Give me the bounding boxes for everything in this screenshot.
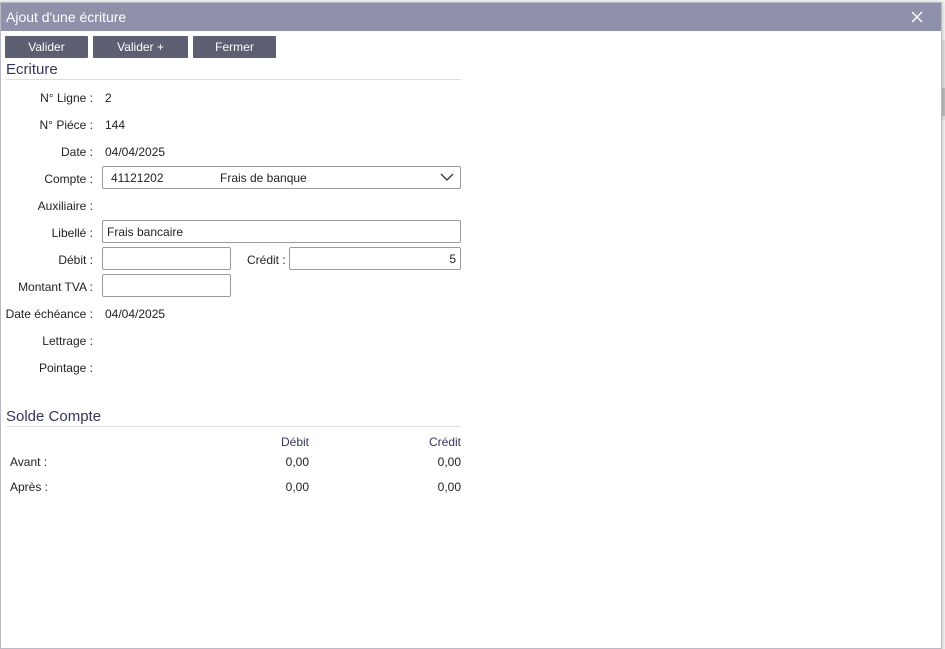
compte-label: Compte : <box>44 172 93 186</box>
close-icon <box>911 11 923 23</box>
libelle-label: Libellé : <box>51 226 93 240</box>
compte-numero: 41121202 <box>111 171 164 185</box>
debit-input[interactable] <box>102 247 231 270</box>
solde-section-title: Solde Compte <box>6 408 102 425</box>
pointage-label: Pointage : <box>38 361 93 375</box>
montant-tva-input[interactable] <box>102 274 231 297</box>
date-label: Date : <box>60 145 93 159</box>
solde-avant-credit: 0,00 <box>437 455 461 469</box>
libelle-input[interactable] <box>102 220 461 243</box>
date-echeance-value: 04/04/2025 <box>105 307 166 321</box>
ecriture-divider <box>6 79 461 80</box>
solde-apres-credit: 0,00 <box>437 480 461 494</box>
piece-label: N° Piéce : <box>39 118 93 132</box>
dialog-title: Ajout d'une écriture <box>6 9 127 25</box>
dialog-titlebar: Ajout d'une écriture <box>1 3 941 31</box>
solde-avant-label: Avant : <box>10 455 48 469</box>
compte-select[interactable]: 41121202 Frais de banque <box>102 166 461 189</box>
chevron-down-icon <box>440 173 454 181</box>
solde-apres-debit: 0,00 <box>285 480 309 494</box>
valider-plus-button[interactable]: Valider + <box>93 36 188 58</box>
lettrage-label: Lettrage : <box>42 334 93 348</box>
date-value: 04/04/2025 <box>105 145 166 159</box>
montant-tva-label: Montant TVA : <box>18 280 93 294</box>
ligne-value: 2 <box>105 91 112 105</box>
solde-divider <box>6 426 461 427</box>
solde-avant-debit: 0,00 <box>285 455 309 469</box>
credit-label: Crédit : <box>247 253 286 267</box>
add-entry-dialog: Ajout d'une écriture Valider Valider + F… <box>0 2 942 649</box>
solde-credit-header: Crédit <box>429 435 462 449</box>
auxiliaire-label: Auxiliaire : <box>37 199 93 213</box>
valider-button[interactable]: Valider <box>5 36 88 58</box>
solde-debit-header: Débit <box>281 435 310 449</box>
piece-value: 144 <box>105 118 126 132</box>
close-button[interactable] <box>904 5 930 29</box>
debit-label: Débit : <box>58 253 93 267</box>
ecriture-section-title: Ecriture <box>6 61 58 78</box>
ligne-label: N° Ligne : <box>40 91 93 105</box>
solde-apres-label: Après : <box>10 480 49 494</box>
credit-input[interactable] <box>289 247 461 270</box>
fermer-button[interactable]: Fermer <box>193 36 276 58</box>
compte-nom: Frais de banque <box>220 171 307 185</box>
date-echeance-label: Date échéance : <box>5 307 93 321</box>
